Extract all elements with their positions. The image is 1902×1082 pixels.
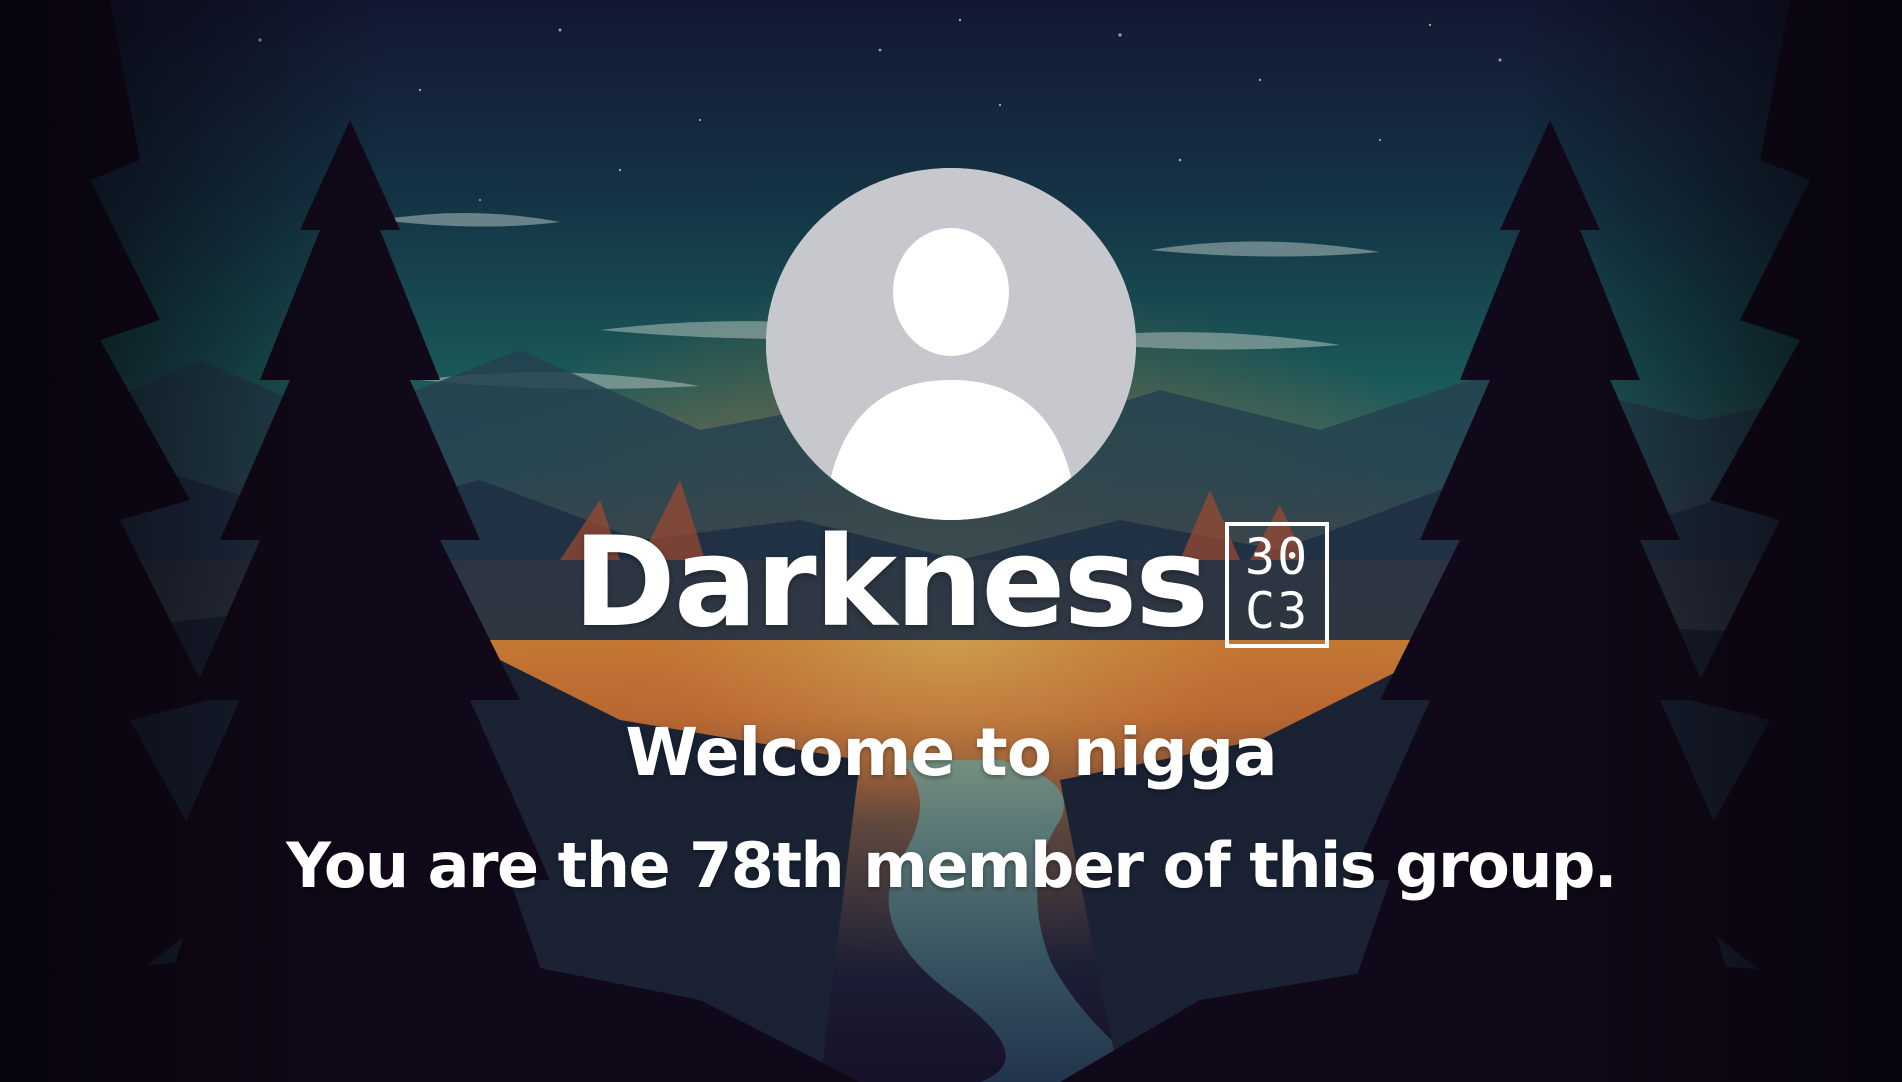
username-text: Darkness [572,511,1209,655]
username-heading: Darkness 30 C3 [0,508,1902,658]
member-count-message: You are the 78th member of this group. [286,829,1617,902]
welcome-card: Darkness 30 C3 Welcome to nigga You are th… [0,0,1902,1082]
unknown-glyph-icon: 30 C3 [1225,521,1330,648]
welcome-message: Welcome to nigga [625,714,1277,791]
default-user-avatar-icon [766,168,1136,520]
